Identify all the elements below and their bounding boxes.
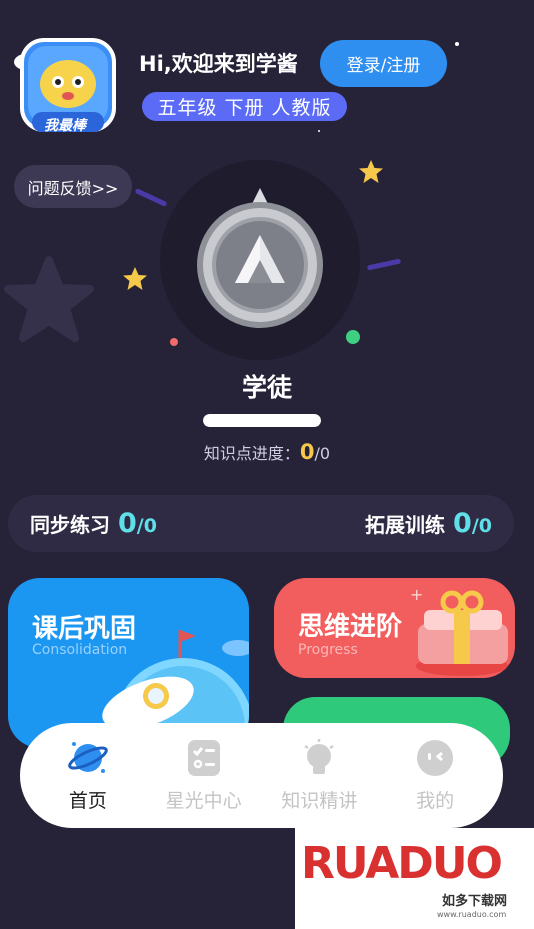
face-profile-icon bbox=[417, 740, 454, 776]
red-dot-decoration bbox=[170, 338, 178, 346]
sparkle-dot bbox=[318, 130, 320, 132]
watermark-subtitle: 如多下载网 bbox=[442, 894, 508, 909]
thinking-progress-subtitle: Progress bbox=[298, 642, 358, 658]
watermark-logo-text: RUADUO bbox=[301, 838, 503, 889]
lightbulb-icon bbox=[304, 739, 335, 774]
yellow-star-icon bbox=[359, 160, 383, 183]
svg-text:+: + bbox=[410, 586, 423, 604]
planet-home-icon bbox=[68, 742, 108, 773]
checklist-icon bbox=[187, 740, 220, 776]
greeting-text: Hi,欢迎来到学酱 bbox=[139, 52, 298, 76]
watermark-logo: RUADUO 如多下载网 www.ruaduo.com bbox=[295, 828, 534, 929]
extended-training-done: 0 bbox=[453, 508, 472, 539]
decor-dash bbox=[134, 188, 168, 207]
login-register-button[interactable]: 登录/注册 bbox=[320, 40, 447, 87]
extended-training-total: /0 bbox=[471, 515, 492, 537]
big-star-decoration-icon bbox=[4, 256, 94, 342]
gift-box-icon: + bbox=[410, 586, 508, 676]
grade-selector[interactable]: 五年级 下册 人教版 bbox=[142, 92, 347, 121]
sync-practice-label: 同步练习 bbox=[30, 513, 110, 537]
knowledge-progress-total: /0 bbox=[314, 444, 331, 463]
sync-practice-total: /0 bbox=[136, 515, 157, 537]
nav-mine-label: 我的 bbox=[416, 790, 455, 812]
nav-mine[interactable]: 我的 bbox=[385, 738, 485, 813]
thinking-progress-title: 思维进阶 bbox=[298, 612, 403, 642]
avatar[interactable]: 我最棒 bbox=[10, 32, 122, 140]
nav-home-label: 首页 bbox=[68, 790, 107, 812]
rank-progress-fill bbox=[203, 414, 321, 427]
practice-stats-bar: 同步练习 0/0 拓展训练 0/0 bbox=[8, 495, 514, 552]
knowledge-progress-label: 知识点进度： bbox=[203, 444, 300, 463]
rank-progress-bar bbox=[203, 414, 321, 427]
nav-knowledge[interactable]: 知识精讲 bbox=[269, 738, 369, 813]
nav-home[interactable]: 首页 bbox=[38, 738, 138, 813]
sparkle-dot bbox=[455, 42, 459, 46]
feedback-button[interactable]: 问题反馈>> bbox=[14, 165, 132, 208]
rank-title: 学徒 bbox=[241, 373, 292, 402]
decor-dash bbox=[366, 258, 402, 271]
green-dot-decoration bbox=[346, 330, 360, 344]
nav-star-center-label: 星光中心 bbox=[165, 790, 242, 812]
sync-practice-stat[interactable]: 同步练习 0/0 bbox=[30, 508, 157, 539]
extended-training-label: 拓展训练 bbox=[365, 513, 446, 537]
yellow-star-icon bbox=[123, 267, 147, 290]
watermark-url: www.ruaduo.com bbox=[437, 910, 507, 919]
knowledge-progress-done: 0 bbox=[299, 440, 315, 464]
avatar-badge-text: 我最棒 bbox=[44, 118, 86, 134]
knowledge-progress: 知识点进度：0/0 bbox=[0, 440, 534, 464]
extended-training-stat[interactable]: 拓展训练 0/0 bbox=[365, 508, 492, 539]
sync-practice-done: 0 bbox=[118, 508, 137, 539]
nav-knowledge-label: 知识精讲 bbox=[281, 790, 358, 812]
nav-star-center[interactable]: 星光中心 bbox=[154, 738, 254, 813]
rank-medal-icon bbox=[197, 188, 323, 328]
thinking-progress-card[interactable]: 思维进阶 Progress + bbox=[274, 578, 515, 678]
bottom-nav: 首页 星光中心 知识精讲 我的 bbox=[20, 723, 503, 828]
